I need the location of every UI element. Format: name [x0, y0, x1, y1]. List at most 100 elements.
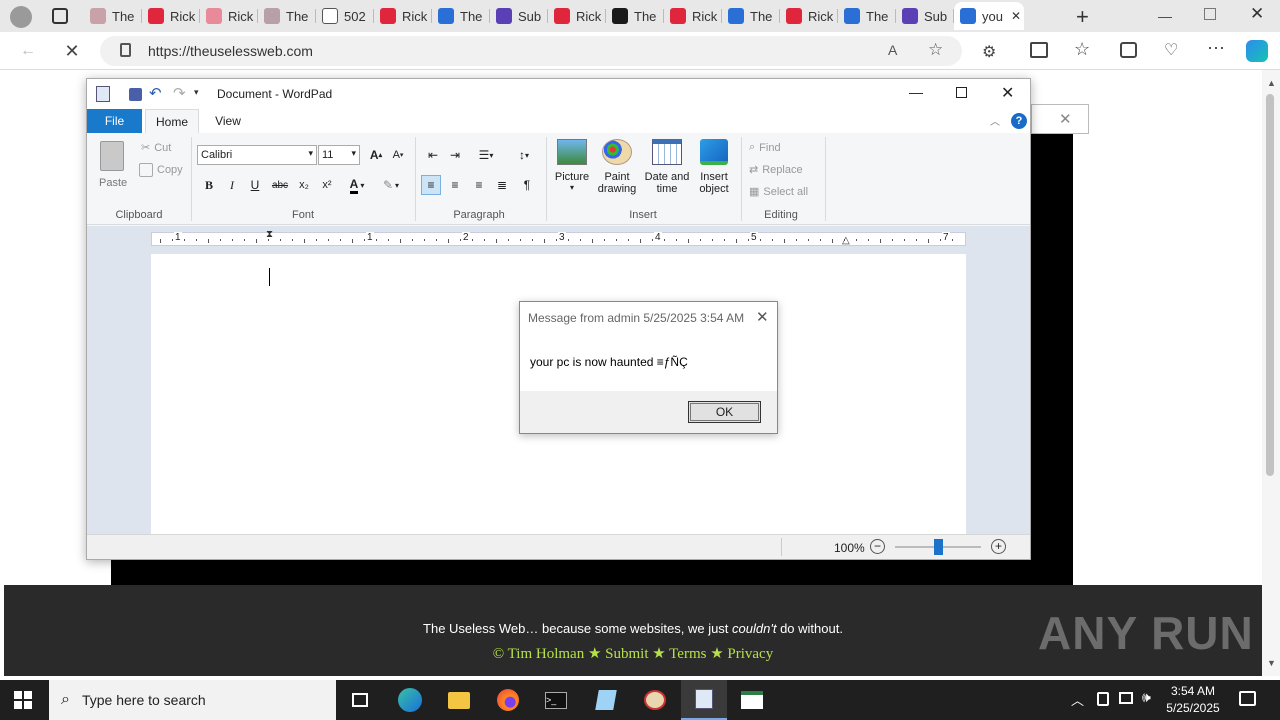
more-menu-icon[interactable]: ⋯ [1207, 38, 1225, 59]
copy-button[interactable]: Copy [139, 163, 183, 177]
browser-tab[interactable]: 502 [316, 2, 374, 30]
bullets-button[interactable]: ☰ ▾ [471, 145, 501, 165]
task-view-icon[interactable] [342, 686, 378, 714]
wordpad-close-button[interactable]: ✕ [1001, 83, 1014, 103]
replace-button[interactable]: ⇄ Replace [749, 163, 803, 177]
zoom-slider-thumb[interactable] [934, 539, 943, 555]
terminal-icon[interactable]: >_ [538, 686, 574, 714]
strikethrough-button[interactable]: abc [270, 175, 290, 195]
browser-tab[interactable]: Rick [374, 2, 432, 30]
align-left-button[interactable]: ≡ [421, 175, 441, 195]
select-all-button[interactable]: ▦ Select all [749, 185, 808, 199]
scroll-down-arrow[interactable]: ▼ [1267, 658, 1276, 668]
browser-tab[interactable]: Rick [142, 2, 200, 30]
browser-tab[interactable]: The [722, 2, 780, 30]
zoom-in-button[interactable]: + [991, 539, 1006, 554]
browser-tab[interactable]: Rick [664, 2, 722, 30]
browser-tab[interactable]: The [258, 2, 316, 30]
back-button[interactable]: ← [14, 37, 42, 65]
ok-button[interactable]: OK [688, 401, 761, 423]
ethernet-icon[interactable] [1119, 692, 1133, 704]
popup-close-icon[interactable]: ✕ [1059, 110, 1072, 128]
read-aloud-icon[interactable]: A [888, 42, 897, 58]
page-scrollbar[interactable]: ▲ ▼ [1262, 70, 1280, 676]
align-right-button[interactable]: ≡ [469, 175, 489, 195]
paint-taskbar-icon[interactable] [637, 686, 673, 714]
wordpad-minimize-button[interactable]: — [909, 84, 923, 100]
start-button[interactable] [14, 691, 32, 709]
subscript-button[interactable]: x₂ [294, 175, 314, 195]
font-color-button[interactable]: A ▾ [343, 175, 371, 195]
profile-avatar[interactable] [10, 6, 32, 28]
browser-essentials-icon[interactable]: ♡ [1164, 40, 1178, 60]
font-family-select[interactable]: Calibri ▾ [197, 145, 317, 165]
dialog-close-icon[interactable]: ✕ [756, 308, 769, 326]
redo-icon[interactable]: ↷ [173, 84, 186, 102]
tray-chevron-icon[interactable]: ︿ [1071, 690, 1084, 709]
highlight-button[interactable]: ✎ ▾ [377, 175, 405, 195]
app-taskbar-icon[interactable] [734, 686, 770, 714]
line-spacing-button[interactable]: ↕ ▾ [509, 145, 539, 165]
superscript-button[interactable]: x² [317, 175, 337, 195]
help-icon[interactable]: ? [1011, 113, 1027, 129]
browser-tab[interactable]: The [838, 2, 896, 30]
collections-icon[interactable] [1120, 42, 1137, 58]
url-box[interactable]: https://theuselessweb.com A ☆ [100, 36, 962, 66]
browser-tab[interactable]: Rick [200, 2, 258, 30]
cut-button[interactable]: ✂ Cut [141, 141, 171, 155]
copilot-icon[interactable] [1246, 40, 1268, 62]
date-time-button[interactable]: Date and time [641, 139, 693, 195]
tab-file[interactable]: File [87, 109, 142, 133]
italic-button[interactable]: I [222, 175, 242, 195]
browser-tab[interactable]: Sub [896, 2, 954, 30]
picture-button[interactable]: Picture ▾ [553, 139, 591, 192]
notepad-icon[interactable] [588, 686, 624, 714]
font-size-select[interactable]: 11 ▾ [318, 145, 360, 165]
browser-tab[interactable]: The [84, 2, 142, 30]
grow-font-button[interactable]: A ▴ [366, 145, 386, 165]
taskbar-search-box[interactable]: ⌕ Type here to search [49, 680, 336, 720]
volume-icon[interactable]: 🕪 [1142, 689, 1151, 706]
paragraph-dialog-button[interactable]: ¶ [517, 175, 537, 195]
browser-tab[interactable]: you ✕ [954, 2, 1024, 30]
favorites-icon[interactable]: ☆ [1074, 39, 1090, 60]
new-tab-button[interactable]: + [1076, 4, 1089, 30]
url-text[interactable]: https://theuselessweb.com [148, 43, 313, 59]
browser-tab[interactable]: Sub [490, 2, 548, 30]
shrink-font-button[interactable]: A ▾ [388, 145, 408, 165]
save-icon[interactable] [129, 88, 142, 101]
firefox-icon[interactable] [490, 686, 526, 714]
browser-tab[interactable]: Rick [548, 2, 606, 30]
edge-taskbar-icon[interactable] [392, 686, 428, 714]
minimize-button[interactable]: — [1158, 8, 1172, 24]
insert-object-button[interactable]: Insert object [693, 139, 735, 195]
split-screen-icon[interactable] [1030, 42, 1048, 58]
wordpad-maximize-button[interactable] [956, 87, 967, 98]
notifications-icon[interactable] [1239, 691, 1256, 706]
right-indent-marker[interactable]: △ [842, 235, 850, 246]
find-button[interactable]: ⌕ Find [749, 141, 781, 154]
zoom-out-button[interactable]: − [870, 539, 885, 554]
close-browser-button[interactable]: ✕ [1250, 4, 1264, 24]
tab-actions-icon[interactable] [52, 8, 68, 24]
increase-indent-button[interactable]: ⇥ [445, 145, 465, 165]
file-explorer-icon[interactable] [441, 686, 477, 714]
decrease-indent-button[interactable]: ⇤ [423, 145, 443, 165]
align-center-button[interactable]: ≡ [445, 175, 465, 195]
browser-tab[interactable]: The [432, 2, 490, 30]
favorite-star-icon[interactable]: ☆ [928, 40, 943, 60]
browser-tab[interactable]: Rick [780, 2, 838, 30]
taskbar-clock[interactable]: 3:54 AM 5/25/2025 [1160, 683, 1226, 717]
tab-home[interactable]: Home [145, 109, 199, 134]
bold-button[interactable]: B [199, 175, 219, 195]
tab-close-icon[interactable]: ✕ [1011, 9, 1021, 23]
justify-button[interactable]: ≣ [492, 175, 512, 195]
browser-tab[interactable]: The [606, 2, 664, 30]
wordpad-taskbar-icon[interactable] [681, 680, 727, 720]
stop-loading-button[interactable]: ✕ [58, 37, 86, 65]
quick-access-dropdown-icon[interactable]: ▾ [194, 87, 199, 98]
extensions-icon[interactable]: ⚙ [982, 42, 996, 62]
paste-button[interactable]: Paste [95, 137, 131, 197]
scroll-up-arrow[interactable]: ▲ [1267, 78, 1276, 88]
paint-drawing-button[interactable]: Paint drawing [593, 139, 641, 195]
